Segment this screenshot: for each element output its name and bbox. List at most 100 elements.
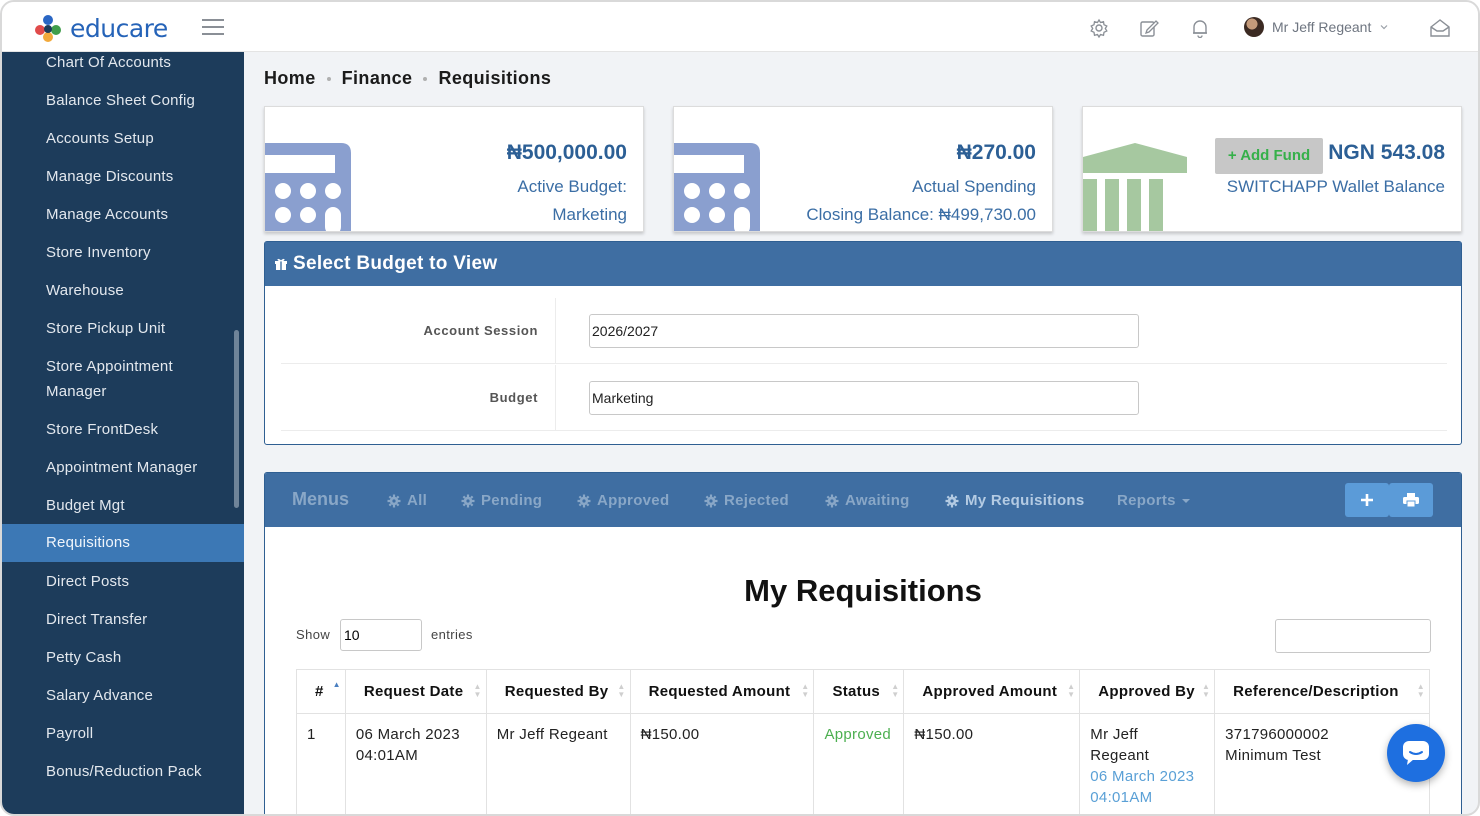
actual-spending-card: ₦270.00 Actual Spending Closing Balance:… bbox=[673, 106, 1053, 232]
gear-icon bbox=[387, 494, 401, 507]
budget-label: Budget bbox=[281, 365, 556, 431]
budget-field[interactable] bbox=[589, 381, 1139, 415]
cell-number: 1 bbox=[296, 713, 346, 814]
table-row[interactable]: 1 06 March 2023 04:01AM Mr Jeff Regeant ₦… bbox=[296, 713, 1430, 814]
sidebar-item-petty-cash[interactable]: Petty Cash bbox=[2, 645, 244, 670]
tab-all-label: All bbox=[407, 492, 428, 509]
chat-widget-button[interactable] bbox=[1387, 724, 1445, 782]
cell-requested-by: Mr Jeff Regeant bbox=[485, 713, 631, 814]
sidebar-item-appointment-manager[interactable]: Appointment Manager bbox=[2, 455, 244, 480]
tab-rejected-label: Rejected bbox=[724, 492, 789, 509]
sidebar-item-budget-mgt[interactable]: Budget Mgt bbox=[2, 493, 244, 518]
edit-icon[interactable] bbox=[1139, 18, 1159, 38]
cell-approved-amount: ₦150.00 bbox=[903, 713, 1081, 814]
select-budget-header: Select Budget to View bbox=[265, 242, 1461, 286]
page-size-select[interactable] bbox=[340, 619, 422, 651]
reports-label: Reports bbox=[1117, 492, 1176, 509]
caret-down-icon bbox=[1181, 498, 1190, 503]
logo-icon bbox=[33, 13, 63, 43]
sidebar-scrollbar[interactable] bbox=[234, 330, 239, 508]
column-header-approved-amount[interactable]: Approved Amount ▲ ▼ bbox=[903, 669, 1081, 714]
user-menu[interactable]: Mr Jeff Regeant bbox=[1244, 17, 1389, 37]
wallet-balance-label: SWITCHAPP Wallet Balance bbox=[1226, 177, 1445, 196]
tab-awaiting[interactable]: Awaiting bbox=[825, 492, 910, 509]
column-header-reference-description[interactable]: Reference/Description ▲ ▼ bbox=[1214, 669, 1430, 714]
sidebar-item-direct-transfer[interactable]: Direct Transfer bbox=[2, 607, 244, 632]
add-fund-label: Add Fund bbox=[1240, 147, 1311, 164]
tab-rejected[interactable]: Rejected bbox=[704, 492, 789, 509]
print-icon bbox=[1403, 493, 1419, 508]
cell-approved-by: Mr Jeff Regeant 06 March 2023 04:01AM bbox=[1079, 713, 1216, 814]
column-header-status[interactable]: Status ▲ ▼ bbox=[813, 669, 905, 714]
cell-status: Approved bbox=[813, 713, 905, 814]
breadcrumb-finance[interactable]: Finance bbox=[342, 68, 413, 89]
closing-balance: Closing Balance: ₦499,730.00 bbox=[806, 205, 1036, 224]
breadcrumb-requisitions: Requisitions bbox=[438, 68, 552, 88]
active-budget-card: ₦500,000.00 Active Budget: Marketing bbox=[264, 106, 644, 232]
cell-requested-amount: ₦150.00 bbox=[629, 713, 815, 814]
print-button[interactable] bbox=[1389, 483, 1433, 517]
sidebar: Chart Of Accounts Balance Sheet Config A… bbox=[2, 52, 244, 814]
menu-toggle-icon[interactable] bbox=[202, 19, 224, 35]
reports-dropdown[interactable]: Reports bbox=[1117, 492, 1190, 509]
sidebar-item-chart-of-accounts[interactable]: Chart Of Accounts bbox=[2, 52, 244, 75]
sidebar-item-manage-discounts[interactable]: Manage Discounts bbox=[2, 164, 244, 189]
gear-icon bbox=[945, 494, 959, 507]
user-name: Mr Jeff Regeant bbox=[1272, 19, 1372, 35]
calculator-icon bbox=[265, 143, 351, 231]
gear-icon bbox=[704, 494, 718, 507]
settings-gear-icon[interactable] bbox=[1089, 18, 1109, 38]
actual-spending-label: Actual Spending bbox=[912, 177, 1036, 196]
search-input[interactable] bbox=[1275, 619, 1431, 653]
calculator-icon bbox=[674, 143, 760, 231]
tab-pending[interactable]: Pending bbox=[461, 492, 542, 509]
tab-approved[interactable]: Approved bbox=[577, 492, 669, 509]
tab-approved-label: Approved bbox=[597, 492, 670, 509]
budget-row: Budget bbox=[281, 365, 1447, 431]
tab-all[interactable]: All bbox=[387, 492, 427, 509]
column-header-number[interactable]: # ▲ bbox=[296, 669, 346, 714]
tab-my-requisitions-label: My Requisitions bbox=[965, 492, 1085, 509]
sidebar-item-bonus-reduction-pack[interactable]: Bonus/Reduction Pack bbox=[2, 759, 244, 784]
tab-awaiting-label: Awaiting bbox=[845, 492, 910, 509]
add-requisition-button[interactable] bbox=[1345, 483, 1389, 517]
sidebar-item-requisitions[interactable]: Requisitions bbox=[2, 524, 244, 562]
account-session-field[interactable] bbox=[589, 314, 1139, 348]
gear-icon bbox=[461, 494, 475, 507]
sidebar-item-store-appointment-manager[interactable]: Store Appointment Manager bbox=[2, 354, 202, 404]
sidebar-item-store-inventory[interactable]: Store Inventory bbox=[2, 240, 244, 265]
sidebar-item-balance-sheet-config[interactable]: Balance Sheet Config bbox=[2, 88, 244, 113]
sidebar-item-warehouse[interactable]: Warehouse bbox=[2, 278, 244, 303]
avatar bbox=[1244, 17, 1264, 37]
column-header-request-date[interactable]: Request Date ▲ ▼ bbox=[344, 669, 487, 714]
logo[interactable]: educare bbox=[32, 12, 168, 44]
show-label: Show bbox=[296, 627, 331, 642]
column-header-requested-amount[interactable]: Requested Amount ▲ ▼ bbox=[629, 669, 815, 714]
account-session-label: Account Session bbox=[281, 298, 556, 364]
sidebar-item-manage-accounts[interactable]: Manage Accounts bbox=[2, 202, 244, 227]
gift-icon bbox=[275, 258, 287, 270]
tab-my-requisitions[interactable]: My Requisitions bbox=[945, 492, 1085, 509]
active-budget-name: Marketing bbox=[552, 205, 627, 224]
column-header-requested-by[interactable]: Requested By ▲ ▼ bbox=[485, 669, 631, 714]
sidebar-item-salary-advance[interactable]: Salary Advance bbox=[2, 683, 244, 708]
account-session-row: Account Session bbox=[281, 298, 1447, 364]
sidebar-item-direct-posts[interactable]: Direct Posts bbox=[2, 569, 244, 594]
breadcrumb: Home Finance Requisitions bbox=[264, 68, 551, 89]
bell-icon[interactable] bbox=[1190, 18, 1210, 38]
app-window: educare Mr Jeff Regeant Chart Of Account… bbox=[0, 0, 1480, 816]
add-fund-button[interactable]: + Add Fund bbox=[1215, 138, 1323, 174]
table-header-row: # ▲ Request Date ▲ ▼ Requested By ▲ ▼ Request… bbox=[296, 669, 1430, 714]
active-budget-label: Active Budget: bbox=[517, 177, 627, 196]
sidebar-item-payroll[interactable]: Payroll bbox=[2, 721, 244, 746]
inbox-icon[interactable] bbox=[1429, 18, 1451, 38]
sidebar-item-store-pickup-unit[interactable]: Store Pickup Unit bbox=[2, 316, 244, 341]
sidebar-item-store-frontdesk[interactable]: Store FrontDesk bbox=[2, 417, 244, 442]
gear-icon bbox=[825, 494, 839, 507]
app-name: educare bbox=[70, 13, 168, 43]
sidebar-item-accounts-setup[interactable]: Accounts Setup bbox=[2, 126, 244, 151]
column-header-approved-by[interactable]: Approved By ▲ ▼ bbox=[1079, 669, 1216, 714]
breadcrumb-home[interactable]: Home bbox=[264, 68, 316, 89]
bank-icon bbox=[1083, 143, 1187, 231]
requisitions-table: # ▲ Request Date ▲ ▼ Requested By ▲ ▼ Request… bbox=[296, 669, 1430, 814]
